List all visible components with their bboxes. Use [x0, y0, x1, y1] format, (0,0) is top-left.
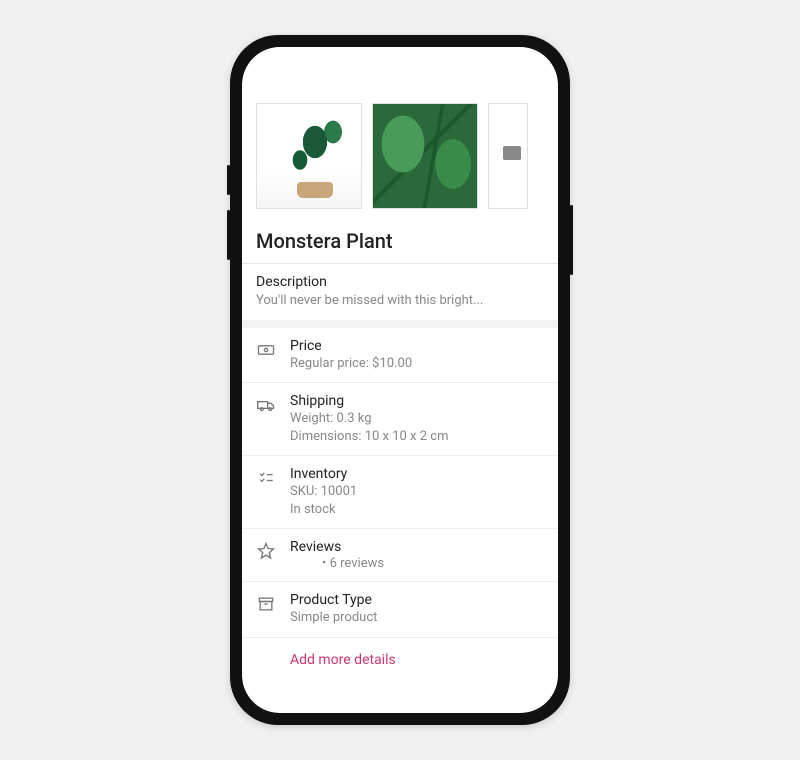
shipping-dimensions: Dimensions: 10 x 10 x 2 cm [290, 428, 544, 446]
phone-volume-button [227, 210, 230, 260]
product-gallery[interactable] [242, 103, 558, 223]
product-image[interactable] [256, 103, 362, 209]
truck-icon [256, 393, 276, 415]
star-icon [256, 539, 276, 561]
checklist-icon [256, 466, 276, 488]
description-text: You'll never be missed with this bright.… [256, 292, 544, 310]
description-section[interactable]: Description You'll never be missed with … [242, 263, 558, 320]
reviews-row[interactable]: Reviews • 6 reviews [242, 529, 558, 582]
shipping-label: Shipping [290, 393, 544, 409]
product-image-placeholder[interactable] [488, 103, 528, 209]
reviews-count: • 6 reviews [290, 556, 544, 571]
price-value: Regular price: $10.00 [290, 355, 544, 373]
add-more-details-button[interactable]: Add more details [242, 637, 558, 686]
screen: Monstera Plant Description You'll never … [242, 47, 558, 713]
product-image[interactable] [372, 103, 478, 209]
inventory-row[interactable]: Inventory SKU: 10001 In stock [242, 456, 558, 529]
archive-icon [256, 592, 276, 614]
shipping-row[interactable]: Shipping Weight: 0.3 kg Dimensions: 10 x… [242, 383, 558, 456]
detail-list: Price Regular price: $10.00 Shipping Wei… [242, 320, 558, 637]
price-row[interactable]: Price Regular price: $10.00 [242, 328, 558, 384]
product-detail-screen: Monstera Plant Description You'll never … [242, 47, 558, 713]
product-type-value: Simple product [290, 609, 544, 627]
product-type-label: Product Type [290, 592, 544, 608]
description-label: Description [256, 274, 544, 290]
phone-frame: Monstera Plant Description You'll never … [230, 35, 570, 725]
price-label: Price [290, 338, 544, 354]
cash-icon [256, 338, 276, 360]
phone-volume-button [227, 165, 230, 195]
product-type-row[interactable]: Product Type Simple product [242, 582, 558, 637]
shipping-weight: Weight: 0.3 kg [290, 410, 544, 428]
phone-power-button [570, 205, 573, 275]
inventory-stock: In stock [290, 501, 544, 519]
reviews-label: Reviews [290, 539, 544, 555]
product-title: Monstera Plant [242, 223, 558, 263]
inventory-label: Inventory [290, 466, 544, 482]
inventory-sku: SKU: 10001 [290, 483, 544, 501]
